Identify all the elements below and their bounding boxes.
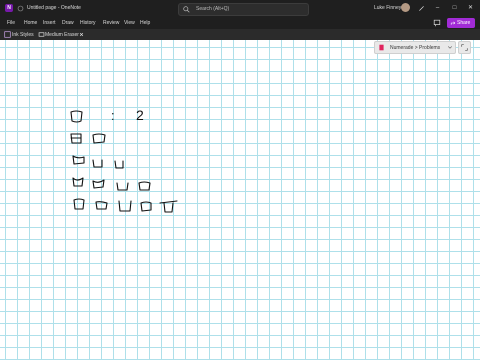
ink-cup-r3c3 — [114, 160, 124, 169]
ink-cup-r5c2 — [95, 201, 108, 210]
ink-cup-r4c2 — [92, 179, 105, 189]
ink-cup-r2c2 — [92, 133, 106, 144]
ink-cup-r5c3 — [118, 200, 132, 212]
ink-ratio-value: 2 — [136, 107, 144, 123]
handwriting-layer: : 2 — [70, 107, 178, 213]
ink-cup-r5c4 — [140, 201, 152, 212]
ink-cup-r1c1 — [70, 110, 83, 123]
ink-cup-r3c1 — [72, 155, 85, 165]
ink-colon: : — [111, 108, 115, 123]
ink-cup-r5c1 — [73, 198, 85, 210]
ink-cup-r4c1 — [72, 177, 84, 187]
ink-cup-r4c3 — [116, 182, 129, 191]
ink-cup-r2c1 — [70, 133, 82, 144]
ink-cup-r5c5 — [159, 200, 178, 213]
ink-cup-r3c2 — [92, 159, 103, 168]
ink-cup-r4c4 — [138, 181, 151, 191]
